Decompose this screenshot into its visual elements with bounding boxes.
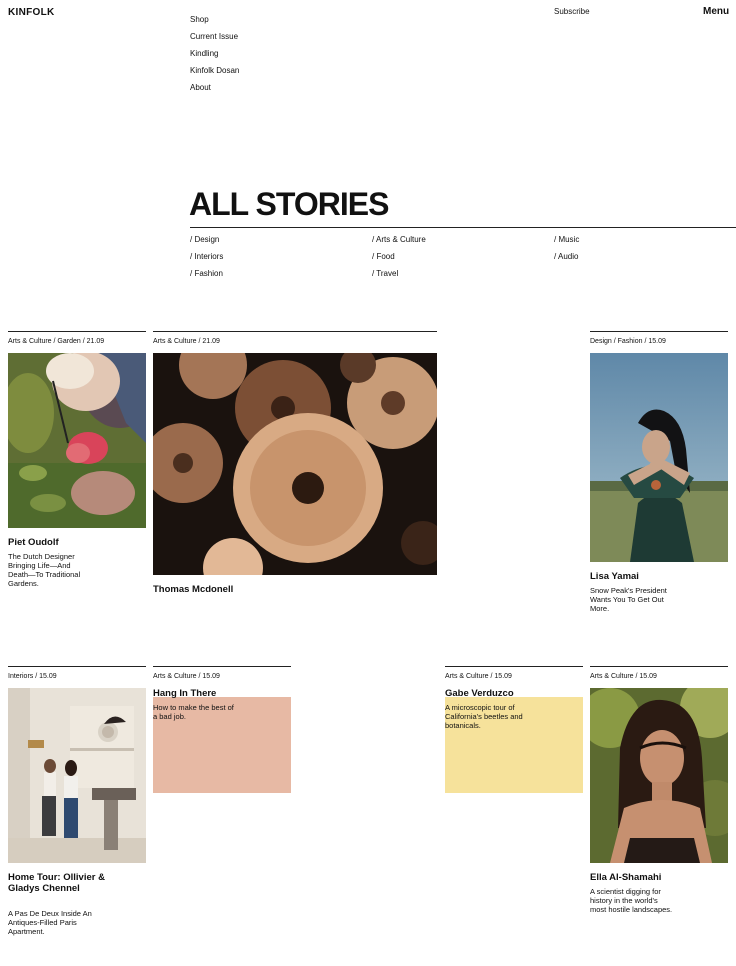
card-divider	[590, 666, 728, 667]
story-card-hang-in-there: Arts & Culture / 15.09 Hang In There How…	[153, 666, 291, 796]
card-description: A Pas De Deux Inside An Antiques-Filled …	[8, 909, 92, 936]
nav-about[interactable]: About	[190, 84, 239, 101]
portrait-photo	[590, 353, 728, 562]
page-title: ALL STORIES	[189, 186, 389, 222]
story-card-home-tour: Interiors / 15.09 Home Tour: Ollivier & …	[8, 666, 146, 946]
category-fashion[interactable]: / Fashion	[190, 269, 223, 279]
nav-kinfolk-dosan[interactable]: Kinfolk Dosan	[190, 67, 239, 84]
category-food[interactable]: / Food	[372, 252, 395, 262]
card-divider	[153, 331, 437, 332]
card-image[interactable]	[590, 353, 728, 562]
subscribe-link[interactable]: Subscribe	[554, 7, 590, 16]
card-meta: Arts & Culture / 15.09	[153, 673, 220, 680]
category-design[interactable]: / Design	[190, 235, 219, 245]
card-meta: Arts & Culture / 15.09	[445, 673, 512, 680]
card-divider	[8, 331, 146, 332]
card-title[interactable]: Piet Oudolf	[8, 537, 146, 548]
card-title[interactable]: Ella Al-Shamahi	[590, 872, 728, 883]
story-card-lisa-yamai: Design / Fashion / 15.09 Lisa Yamai Snow…	[590, 331, 728, 616]
nav-kindling[interactable]: Kindling	[190, 50, 239, 67]
gardener-photo	[8, 353, 146, 528]
story-card-ella-al-shamahi: Arts & Culture / 15.09 Ella Al-Shamahi A…	[590, 666, 728, 936]
card-meta: Interiors / 15.09	[8, 673, 57, 680]
portrait-photo	[590, 688, 728, 863]
card-meta: Arts & Culture / Garden / 21.09	[8, 338, 105, 345]
divider	[190, 227, 736, 228]
nav-current-issue[interactable]: Current Issue	[190, 33, 239, 50]
card-divider	[445, 666, 583, 667]
card-description: Snow Peak's President Wants You To Get O…	[590, 586, 667, 613]
card-title[interactable]: Lisa Yamai	[590, 571, 728, 582]
site-logo[interactable]: KINFOLK	[8, 7, 55, 18]
marigold-photo	[153, 353, 437, 575]
category-arts-culture[interactable]: / Arts & Culture	[372, 235, 426, 245]
card-divider	[8, 666, 146, 667]
category-travel[interactable]: / Travel	[372, 269, 398, 279]
card-description: The Dutch Designer Bringing Life—And Dea…	[8, 552, 81, 588]
category-music[interactable]: / Music	[554, 235, 579, 245]
card-meta: Arts & Culture / 15.09	[590, 673, 657, 680]
story-card-piet-oudolf: Arts & Culture / Garden / 21.09 Piet Oud…	[8, 331, 146, 591]
story-card-gabe-verduzco: Arts & Culture / 15.09 Gabe Verduzco A m…	[445, 666, 583, 796]
card-image[interactable]	[590, 688, 728, 863]
card-description: How to make the best of a bad job.	[153, 703, 234, 721]
card-title[interactable]: Hang In There	[153, 688, 291, 699]
primary-nav: Shop Current Issue Kindling Kinfolk Dosa…	[190, 16, 239, 101]
card-title[interactable]: Gabe Verduzco	[445, 688, 583, 699]
category-audio[interactable]: / Audio	[554, 252, 578, 262]
category-interiors[interactable]: / Interiors	[190, 252, 223, 262]
interior-photo	[8, 688, 146, 863]
card-image[interactable]	[8, 688, 146, 863]
card-image[interactable]	[8, 353, 146, 528]
card-title[interactable]: Thomas Mcdonell	[153, 584, 437, 595]
card-description: A microscopic tour of California's beetl…	[445, 703, 523, 730]
story-card-thomas-mcdonell: Arts & Culture / 21.09 Thomas Mcdonell	[153, 331, 437, 601]
card-meta: Design / Fashion / 15.09	[590, 338, 666, 345]
nav-shop[interactable]: Shop	[190, 16, 239, 33]
card-divider	[590, 331, 728, 332]
card-description: A scientist digging for history in the w…	[590, 887, 673, 914]
card-divider	[153, 666, 291, 667]
card-title[interactable]: Home Tour: Ollivier & Gladys Chennel	[8, 872, 108, 894]
card-meta: Arts & Culture / 21.09	[153, 338, 220, 345]
menu-button[interactable]: Menu	[703, 6, 729, 17]
card-image[interactable]	[153, 353, 437, 575]
